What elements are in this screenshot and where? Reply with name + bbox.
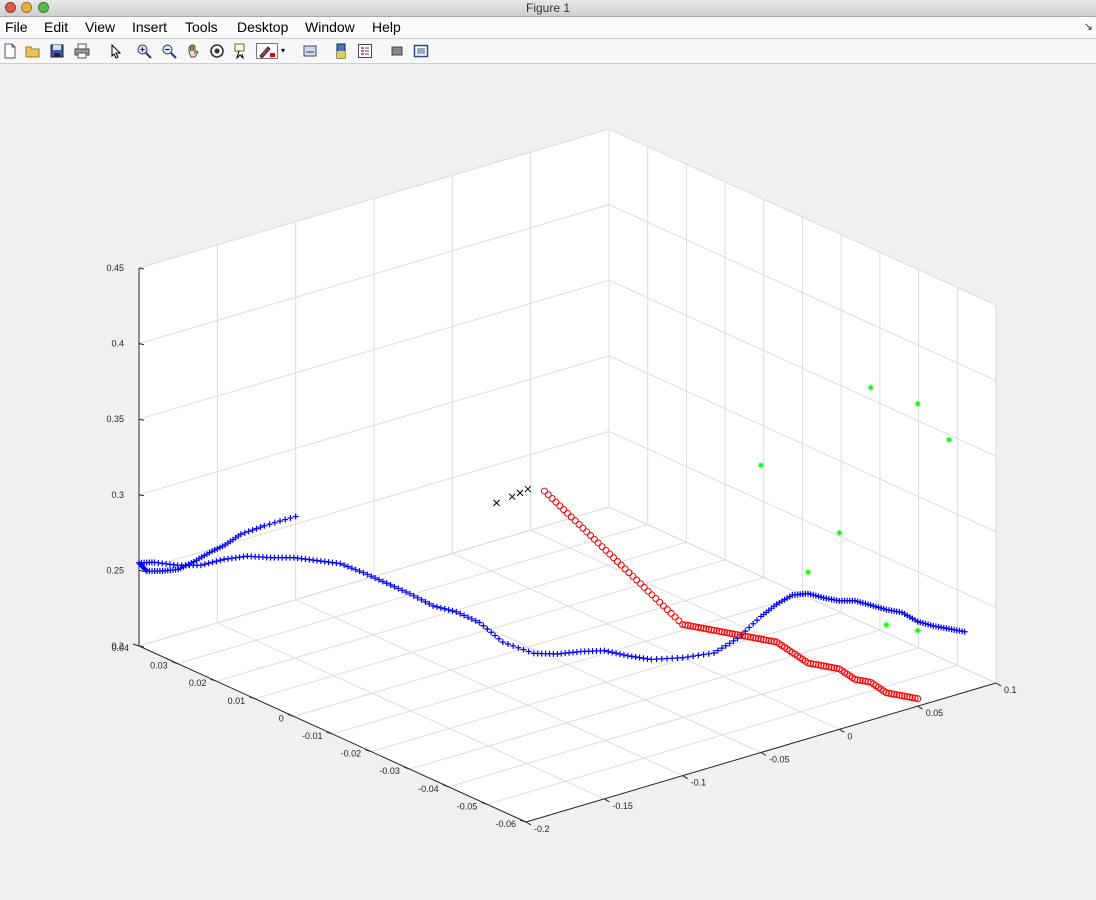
menu-edit[interactable]: Edit bbox=[44, 19, 68, 35]
z-tick-label: 0.3 bbox=[111, 490, 124, 500]
x-tick-mark bbox=[604, 798, 610, 803]
x-tick-label: -0.1 bbox=[691, 778, 707, 788]
x-tick-label: 0.05 bbox=[926, 708, 944, 718]
x-tick-mark bbox=[995, 682, 1002, 687]
x-tick-label: -0.2 bbox=[534, 824, 550, 834]
menu-tools[interactable]: Tools bbox=[185, 19, 218, 35]
rotate-3d-icon[interactable] bbox=[209, 43, 225, 59]
save-icon[interactable] bbox=[49, 43, 65, 59]
menu-overflow-icon[interactable]: ↘ bbox=[1084, 20, 1093, 33]
x-tick-label: 0 bbox=[847, 731, 852, 741]
y-tick-label: -0.01 bbox=[302, 731, 323, 741]
data-cursor-icon[interactable] bbox=[233, 43, 249, 59]
y-tick-label: -0.04 bbox=[418, 784, 439, 794]
x-tick-mark bbox=[760, 752, 767, 756]
y-tick-mark bbox=[132, 643, 140, 647]
menu-window[interactable]: Window bbox=[305, 19, 355, 35]
z-tick-label: 0.4 bbox=[111, 339, 124, 349]
menu-desktop[interactable]: Desktop bbox=[237, 19, 288, 35]
window-titlebar: Figure 1 bbox=[0, 0, 1096, 17]
x-tick-mark bbox=[682, 775, 688, 780]
z-tick-label: 0.35 bbox=[106, 414, 124, 424]
y-tick-label: 0 bbox=[279, 713, 284, 723]
y-tick-label: 0.02 bbox=[189, 678, 207, 688]
menu-insert[interactable]: Insert bbox=[132, 19, 167, 35]
y-tick-label: 0.03 bbox=[150, 661, 168, 671]
x-tick-label: 0.1 bbox=[1004, 685, 1017, 695]
plot-area: -0.2 -0.15 -0.1 -0.05 0 0.05 0.1 -0.06 -0.05 -0.0… bbox=[0, 64, 1096, 900]
show-plot-tools-icon[interactable] bbox=[413, 43, 429, 59]
print-icon[interactable] bbox=[74, 43, 90, 59]
menu-file[interactable]: File bbox=[5, 19, 28, 35]
open-file-icon[interactable] bbox=[25, 43, 41, 59]
insert-colorbar-icon[interactable] bbox=[333, 43, 349, 59]
insert-legend-icon[interactable] bbox=[357, 43, 373, 59]
z-tick-label: 0.25 bbox=[106, 565, 124, 575]
pan-hand-icon[interactable] bbox=[185, 43, 201, 59]
menu-bar: File Edit View Insert Tools Desktop Wind… bbox=[0, 17, 1096, 39]
x-tick-mark bbox=[917, 705, 923, 710]
figure-toolbar: ▾ bbox=[0, 39, 1096, 64]
menu-view[interactable]: View bbox=[85, 19, 115, 35]
brush-dropdown-icon[interactable]: ▾ bbox=[281, 46, 289, 62]
3d-scatter-plot[interactable]: -0.2 -0.15 -0.1 -0.05 0 0.05 0.1 -0.06 -0.05 -0.0… bbox=[0, 64, 1096, 900]
zoom-in-icon[interactable] bbox=[136, 43, 152, 59]
link-plot-icon[interactable] bbox=[302, 43, 318, 59]
x-tick-label: -0.05 bbox=[769, 755, 790, 765]
x-tick-mark bbox=[525, 821, 532, 826]
new-figure-icon[interactable] bbox=[2, 43, 18, 59]
y-tick-label: -0.06 bbox=[495, 819, 516, 829]
hide-plot-tools-icon[interactable] bbox=[389, 43, 405, 59]
x-tick-mark bbox=[839, 728, 845, 733]
y-tick-label: 0.01 bbox=[228, 696, 246, 706]
y-tick-label: -0.03 bbox=[379, 766, 400, 776]
menu-help[interactable]: Help bbox=[372, 19, 401, 35]
edit-plot-pointer-icon[interactable] bbox=[108, 43, 124, 59]
brush-icon[interactable] bbox=[256, 43, 278, 59]
z-tick-label: 0.45 bbox=[106, 263, 124, 273]
y-tick-label: -0.02 bbox=[341, 749, 362, 759]
window-title: Figure 1 bbox=[525, 1, 571, 15]
y-tick-label: -0.05 bbox=[457, 801, 478, 811]
zoom-out-icon[interactable] bbox=[161, 43, 177, 59]
z-tick-label: 0.2 bbox=[111, 641, 124, 651]
x-tick-label: -0.15 bbox=[612, 801, 633, 811]
